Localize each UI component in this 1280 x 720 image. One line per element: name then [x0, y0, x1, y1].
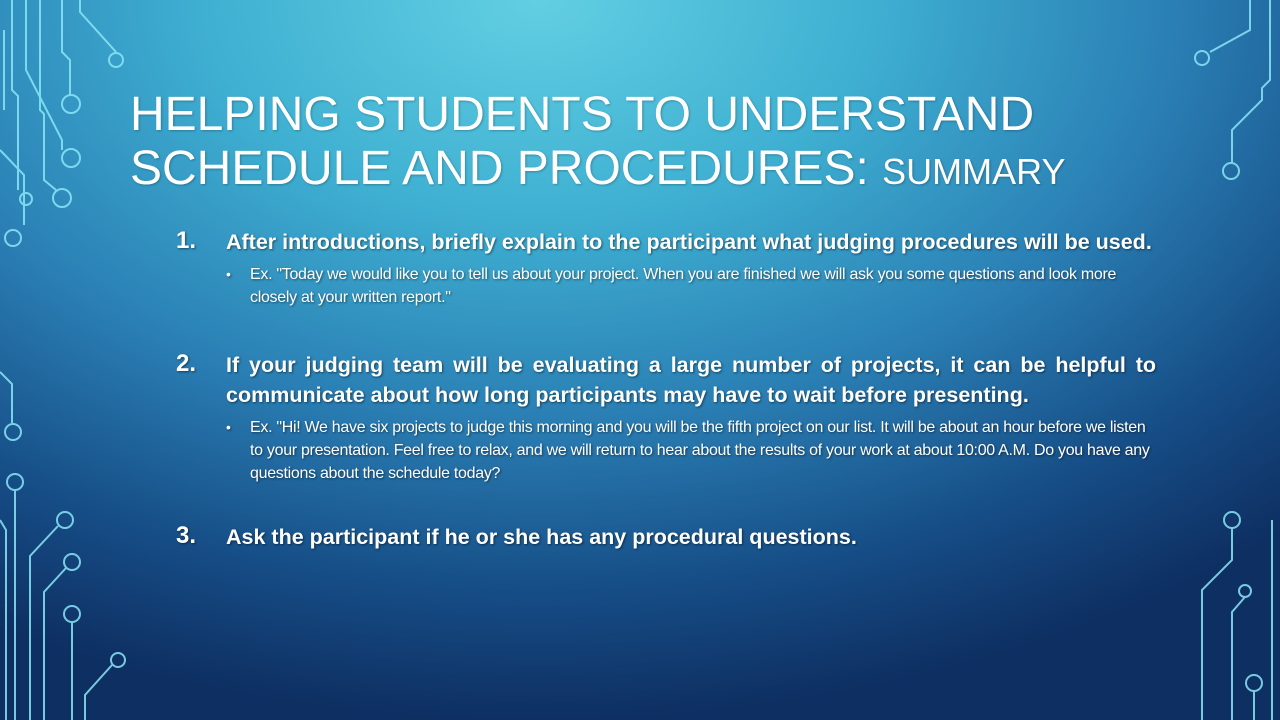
sub-bullet-text: Ex. "Hi! We have six projects to judge t…: [250, 419, 1150, 482]
slide: { "slide": { "title_main": "Helping Stud…: [0, 0, 1280, 720]
bullet-icon: •: [226, 266, 231, 282]
title-suffix: Summary: [882, 151, 1066, 192]
list-item-2: 2. If your judging team will be evaluati…: [176, 349, 1156, 485]
list-item-3: 3. Ask the participant if he or she has …: [176, 521, 1156, 552]
bullet-icon: •: [226, 419, 231, 435]
sub-bullet: • Ex. "Hi! We have six projects to judge…: [226, 416, 1156, 485]
item-number: 1.: [176, 227, 197, 254]
item-number: 2.: [176, 350, 197, 377]
sub-bullet-text: Ex. "Today we would like you to tell us …: [250, 266, 1117, 306]
sub-bullet: • Ex. "Today we would like you to tell u…: [226, 263, 1156, 309]
numbered-list: 1. After introductions, briefly explain …: [176, 226, 1156, 552]
item-text: After introductions, briefly explain to …: [226, 230, 1152, 254]
item-text: If your judging team will be evaluating …: [226, 353, 1156, 407]
item-text: Ask the participant if he or she has any…: [226, 525, 857, 549]
item-number: 3.: [176, 522, 197, 549]
list-item-1: 1. After introductions, briefly explain …: [176, 226, 1156, 309]
slide-title: Helping Students to Understand Schedule …: [130, 88, 1210, 199]
